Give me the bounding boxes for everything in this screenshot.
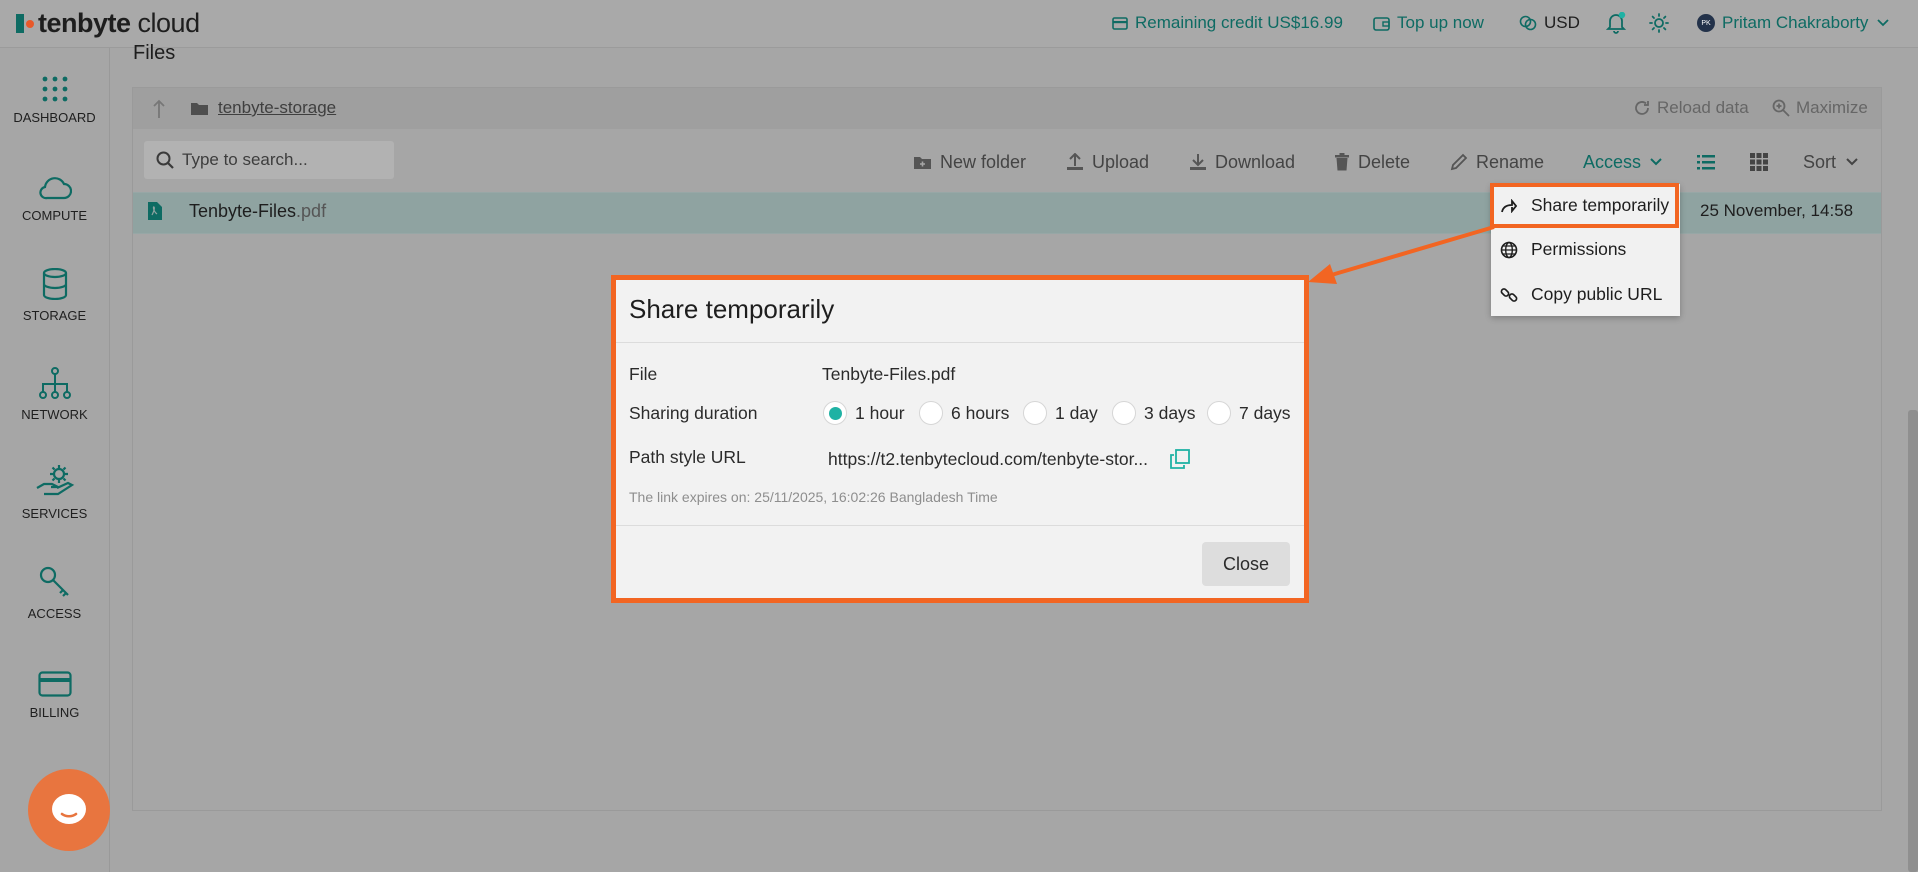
chevron-down-icon [1650,158,1662,166]
pencil-icon [1450,153,1468,171]
duration-option-7-days[interactable]: 7 days [1207,401,1291,425]
parent-folder-arrow-icon[interactable] [152,99,166,119]
duration-option-1-day[interactable]: 1 day [1023,401,1098,425]
page-title: Files [133,42,176,64]
dashboard-grid-icon [42,66,68,102]
list-view-icon[interactable] [1697,154,1715,170]
sidebar-item-billing[interactable]: BILLING [0,661,109,720]
file-value: Tenbyte-Files.pdf [822,364,956,384]
folder-icon [190,101,209,116]
logo-brand: tenbyte [38,7,131,38]
avatar: PK [1697,14,1715,32]
path-bar [133,88,1881,129]
tenbyte-cloud-logo[interactable]: tenbyte cloud [16,8,200,38]
annotation-arrow [1308,225,1495,284]
zoom-in-icon [1772,99,1790,117]
radio [919,401,943,425]
rename-button[interactable]: Rename [1450,150,1544,174]
reload-icon [1633,99,1651,117]
theme-toggle-sun-icon[interactable] [1649,13,1669,33]
new-folder-button[interactable]: New folder [913,150,1026,174]
coins-icon [1519,15,1537,31]
currency-selector[interactable]: USD [1519,10,1580,36]
file-label: File [629,364,658,384]
credit-card-icon [37,661,72,697]
duration-option-6-hours[interactable]: 6 hours [919,401,1009,425]
link-expiry-text: The link expires on: 25/11/2025, 16:02:2… [629,489,998,505]
top-bar [0,0,1918,48]
wallet-icon [1373,16,1390,31]
menu-item-copy-public-url[interactable]: Copy public URL [1497,284,1662,305]
search-placeholder: Type to search... [182,150,308,169]
sidebar-item-network[interactable]: NETWORK [0,363,109,422]
menu-item-permissions[interactable]: Permissions [1497,239,1626,260]
card-icon [1112,16,1128,30]
breadcrumb[interactable]: tenbyte-storage [218,98,336,118]
user-name: Pritam Chakraborty [1722,13,1869,32]
key-icon [39,562,71,598]
folder-plus-icon [913,155,932,170]
cloud-icon [38,164,72,200]
logo-mark-icon [16,13,34,33]
duration-option-1-hour[interactable]: 1 hour [823,401,905,425]
download-button[interactable]: Download [1189,150,1295,174]
network-icon [38,363,71,399]
duration-option-3-days[interactable]: 3 days [1112,401,1196,425]
maximize-button[interactable]: Maximize [1772,98,1868,118]
download-icon [1189,153,1207,171]
services-gear-hand-icon [35,462,75,498]
dialog-footer-divider [616,525,1304,526]
upload-icon [1066,153,1084,171]
sidebar-item-compute[interactable]: COMPUTE [0,164,109,223]
copy-icon[interactable] [1170,449,1190,469]
access-dropdown-button[interactable]: Access [1583,150,1662,174]
chat-bubble-icon [49,792,89,828]
link-icon [1497,286,1521,304]
file-name[interactable]: Tenbyte-Files.pdf [189,201,326,222]
chat-widget-button[interactable] [28,769,110,851]
share-temporarily-highlight-box [1490,183,1679,228]
path-style-url-value: https://t2.tenbytecloud.com/tenbyte-stor… [828,449,1149,469]
top-up-link[interactable]: Top up now [1373,10,1484,36]
reload-data-button[interactable]: Reload data [1633,98,1749,118]
close-button[interactable]: Close [1202,542,1290,586]
database-icon [42,264,68,300]
search-icon [156,151,174,169]
radio [1023,401,1047,425]
radio [1112,401,1136,425]
delete-button[interactable]: Delete [1334,150,1410,174]
user-menu[interactable]: PK Pritam Chakraborty [1697,10,1890,36]
pdf-file-icon [148,202,162,220]
dialog-title: Share temporarily [629,294,835,324]
search-input[interactable]: Type to search... [144,141,394,179]
grid-view-icon[interactable] [1750,153,1768,171]
upload-button[interactable]: Upload [1066,150,1149,174]
sidebar-item-storage[interactable]: STORAGE [0,264,109,323]
radio [1207,401,1231,425]
radio-selected [823,401,847,425]
trash-icon [1334,153,1350,171]
chevron-down-icon [1877,19,1890,27]
file-modified-date: 25 November, 14:58 [1700,201,1854,220]
sidebar-item-services[interactable]: SERVICES [0,462,109,521]
remaining-credit: Remaining credit US$16.99 [1112,10,1343,36]
path-style-url-label: Path style URL [629,447,746,467]
notification-bell-icon[interactable] [1606,12,1626,34]
sharing-duration-label: Sharing duration [629,403,758,423]
chevron-down-icon [1846,158,1858,166]
logo-suffix: cloud [137,7,201,38]
page-scrollbar[interactable] [1908,410,1918,872]
sidebar-item-access[interactable]: ACCESS [0,562,109,621]
sidebar-item-dashboard[interactable]: DASHBOARD [0,66,109,125]
globe-icon [1497,241,1521,259]
dialog-divider [616,342,1304,343]
sort-button[interactable]: Sort [1803,150,1858,174]
